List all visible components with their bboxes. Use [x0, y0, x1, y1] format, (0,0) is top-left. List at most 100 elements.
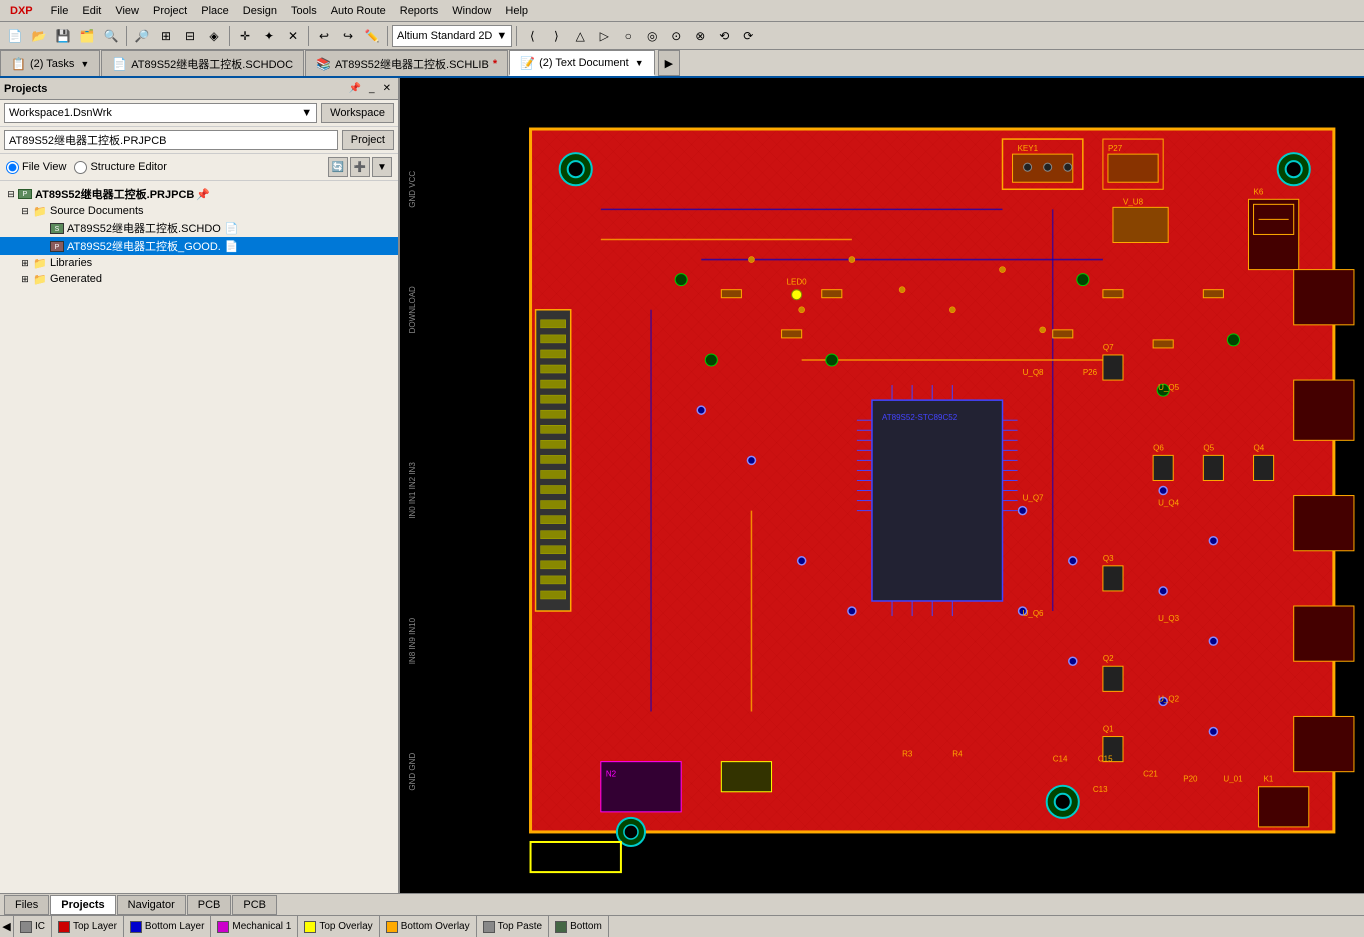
menu-place[interactable]: Place	[195, 3, 235, 19]
generated-folder[interactable]: ⊞ 📁 Generated	[0, 271, 398, 287]
structure-editor-label: Structure Editor	[90, 161, 166, 173]
zoom-btn[interactable]: ⊞	[155, 25, 177, 47]
structure-editor-radio[interactable]	[74, 161, 87, 174]
libraries-folder[interactable]: ⊞ 📁 Libraries	[0, 255, 398, 271]
tb-icon-6[interactable]: ◎	[641, 25, 663, 47]
layer-top-paste[interactable]: Top Paste	[477, 916, 549, 937]
main-layout: Projects 📌 _ ✕ Workspace1.DsnWrk ▼ Works…	[0, 78, 1364, 893]
layer-mech1[interactable]: Mechanical 1	[211, 916, 298, 937]
edit-btn[interactable]: ✏️	[361, 25, 383, 47]
standard-mode-dropdown[interactable]: Altium Standard 2D ▼	[392, 25, 512, 47]
menu-autoroute[interactable]: Auto Route	[325, 3, 392, 19]
pcb-good-file-item[interactable]: ▷ P AT89S52继电器工控板_GOOD. 📄	[0, 237, 398, 255]
tab-more-btn[interactable]: ▶	[658, 50, 680, 76]
pcb-canvas[interactable]: GND VCC DOWNLOAD IN0 IN1 IN2 IN3 IN8 IN9…	[400, 78, 1364, 893]
menu-tools[interactable]: Tools	[285, 3, 323, 19]
source-expand-btn[interactable]: ⊟	[18, 204, 32, 218]
svg-text:C13: C13	[1093, 785, 1108, 794]
workspace-dropdown[interactable]: Workspace1.DsnWrk ▼	[4, 103, 317, 123]
refresh-icon-btn[interactable]: 🔄	[328, 157, 348, 177]
zoom2-btn[interactable]: ⊟	[179, 25, 201, 47]
panel-minimize-btn[interactable]: _	[366, 82, 378, 95]
file-view-radio-label[interactable]: File View	[6, 161, 66, 174]
layer-top-overlay[interactable]: Top Overlay	[298, 916, 379, 937]
menu-reports[interactable]: Reports	[394, 3, 445, 19]
new-btn[interactable]: 📄	[4, 25, 26, 47]
menu-window[interactable]: Window	[446, 3, 497, 19]
bottom-tab-files[interactable]: Files	[4, 895, 49, 915]
tab-schdoc[interactable]: 📄 AT89S52继电器工控板.SCHDOC	[101, 50, 304, 76]
open-btn[interactable]: 📂	[28, 25, 50, 47]
svg-text:N2: N2	[606, 770, 617, 779]
save-btn[interactable]: 💾	[52, 25, 74, 47]
source-documents-label: Source Documents	[50, 205, 144, 217]
layer-ic-color	[20, 921, 32, 933]
bottom-bar: Files Projects Navigator PCB PCB	[0, 893, 1364, 915]
project-button[interactable]: Project	[342, 130, 394, 150]
pcb-view: GND VCC DOWNLOAD IN0 IN1 IN2 IN3 IN8 IN9…	[400, 78, 1364, 893]
menu-design[interactable]: Design	[237, 3, 283, 19]
tb-icon-4[interactable]: ▷	[593, 25, 615, 47]
layer-bottom-overlay[interactable]: Bottom Overlay	[380, 916, 477, 937]
generated-label: Generated	[50, 273, 102, 285]
libraries-expand-btn[interactable]: ⊞	[18, 256, 32, 270]
undo-btn[interactable]: ↩	[313, 25, 335, 47]
schdo-file-item[interactable]: ▷ S AT89S52继电器工控板.SCHDO 📄	[0, 219, 398, 237]
layer-bottom-right[interactable]: Bottom	[549, 916, 609, 937]
tab-tasks[interactable]: 📋 (2) Tasks ▼	[0, 50, 100, 76]
tab-textdoc[interactable]: 📝 (2) Text Document ▼	[509, 50, 655, 76]
project-expand-btn[interactable]: ⊟	[4, 187, 18, 201]
generated-expand-btn[interactable]: ⊞	[18, 272, 32, 286]
source-documents-folder[interactable]: ⊟ 📁 Source Documents	[0, 203, 398, 219]
menu-project[interactable]: Project	[147, 3, 193, 19]
tb-icon-9[interactable]: ⟲	[713, 25, 735, 47]
menu-help[interactable]: Help	[499, 3, 534, 19]
layer-bottom[interactable]: Bottom Layer	[124, 916, 211, 937]
schlib-modified: *	[493, 58, 497, 70]
tab-schlib[interactable]: 📚 AT89S52继电器工控板.SCHLIB *	[305, 50, 508, 76]
redo-btn[interactable]: ↪	[337, 25, 359, 47]
bottom-tab-projects[interactable]: Projects	[50, 895, 115, 915]
svg-text:U_Q2: U_Q2	[1158, 694, 1179, 703]
svg-text:C21: C21	[1143, 770, 1158, 779]
panel-close-btn[interactable]: ✕	[380, 82, 394, 95]
filter-btn[interactable]: ◈	[203, 25, 225, 47]
layer-top-paste-label: Top Paste	[498, 921, 542, 932]
svg-text:Q1: Q1	[1103, 725, 1114, 734]
structure-editor-radio-label[interactable]: Structure Editor	[74, 161, 166, 174]
x-btn[interactable]: ✕	[282, 25, 304, 47]
bottom-tab-pcb2[interactable]: PCB	[232, 895, 277, 915]
bottom-tab-pcb1[interactable]: PCB	[187, 895, 232, 915]
scatter-btn[interactable]: ✦	[258, 25, 280, 47]
menu-view[interactable]: View	[109, 3, 145, 19]
tb-icon-7[interactable]: ⊙	[665, 25, 687, 47]
toolbar-sep-5	[516, 26, 517, 46]
pcb-doc-indicator: 📄	[225, 240, 239, 253]
tb-icon-2[interactable]: ⟩	[545, 25, 567, 47]
tb-icon-5[interactable]: ○	[617, 25, 639, 47]
project-root-item[interactable]: ⊟ P AT89S52继电器工控板.PRJPCB 📌	[0, 185, 398, 203]
project-dropdown[interactable]: AT89S52继电器工控板.PRJPCB	[4, 130, 338, 150]
menu-file[interactable]: File	[45, 3, 75, 19]
tb-icon-10[interactable]: ⟳	[737, 25, 759, 47]
bottom-tab-navigator[interactable]: Navigator	[117, 895, 186, 915]
search-btn[interactable]: 🔎	[131, 25, 153, 47]
tb-icon-8[interactable]: ⊗	[689, 25, 711, 47]
layer-top[interactable]: Top Layer	[52, 916, 124, 937]
cross-btn[interactable]: ✛	[234, 25, 256, 47]
tb-icon-1[interactable]: ⟨	[521, 25, 543, 47]
menu-edit[interactable]: Edit	[76, 3, 107, 19]
add-arrow-icon-btn[interactable]: ▼	[372, 157, 392, 177]
layer-bottom-right-label: Bottom	[570, 921, 602, 932]
print-btn[interactable]: 🔍	[100, 25, 122, 47]
workspace-dropdown-arrow: ▼	[301, 107, 312, 119]
svg-text:DOWNLOAD: DOWNLOAD	[408, 286, 417, 333]
save-all-btn[interactable]: 🗂️	[76, 25, 98, 47]
svg-text:Q6: Q6	[1153, 443, 1164, 452]
layer-scroll-left[interactable]: ◀	[0, 916, 14, 937]
tb-icon-3[interactable]: △	[569, 25, 591, 47]
file-view-radio[interactable]	[6, 161, 19, 174]
panel-pin-btn[interactable]: 📌	[346, 82, 364, 95]
add-icon-btn[interactable]: ➕	[350, 157, 370, 177]
workspace-button[interactable]: Workspace	[321, 103, 394, 123]
